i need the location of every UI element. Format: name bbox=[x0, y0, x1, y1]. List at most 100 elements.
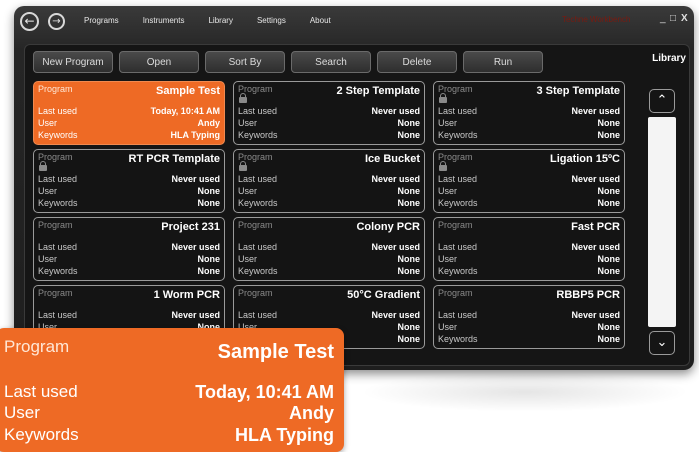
program-name: Fast PCR bbox=[571, 221, 620, 233]
program-card[interactable]: Program RT PCR Template Last used Never use… bbox=[33, 149, 225, 213]
open-button[interactable]: Open bbox=[119, 51, 199, 73]
user-label: User bbox=[238, 186, 258, 196]
row-user: User Andy bbox=[38, 118, 220, 130]
program-card[interactable]: Program Ice Bucket Last used Never used User… bbox=[233, 149, 425, 213]
row-keywords: Keywords None bbox=[238, 266, 420, 278]
menu-item-settings[interactable]: Settings bbox=[257, 16, 286, 25]
delete-button[interactable]: Delete bbox=[377, 51, 457, 73]
user-value: None bbox=[397, 186, 421, 196]
row-last-used: Last used Never used bbox=[238, 174, 420, 186]
last-used-label: Last used bbox=[238, 242, 278, 252]
menu-item-about[interactable]: About bbox=[310, 16, 331, 25]
row-last-used: Last used Never used bbox=[438, 174, 620, 186]
program-label: Program bbox=[38, 220, 73, 230]
row-keywords: Keywords None bbox=[438, 266, 620, 278]
row-last-used: Last used Never used bbox=[38, 242, 220, 254]
scroll-track[interactable] bbox=[648, 117, 676, 327]
menu-item-instruments[interactable]: Instruments bbox=[143, 16, 185, 25]
program-card[interactable]: Program Ligation 15ºC Last used Never used U… bbox=[433, 149, 625, 213]
row-user: User None bbox=[438, 254, 620, 266]
library-panel: New Program Open Sort By Search Delete R… bbox=[24, 44, 690, 366]
keywords-value: None bbox=[397, 334, 421, 344]
row-user: User None bbox=[38, 254, 220, 266]
lock-icon bbox=[239, 161, 247, 171]
row-last-used: Last used Never used bbox=[38, 310, 220, 322]
back-arrow-icon[interactable]: ← bbox=[20, 12, 39, 31]
last-used-label: Last used bbox=[38, 106, 78, 116]
user-label: User bbox=[438, 254, 458, 264]
scroll-down-button[interactable]: ⌄ bbox=[649, 331, 675, 355]
minimize-button[interactable]: _ bbox=[660, 13, 666, 24]
row-keywords: Keywords None bbox=[38, 266, 220, 278]
user-value: None bbox=[597, 322, 621, 332]
last-used-value: Never used bbox=[371, 174, 420, 184]
zoom-keywords-value: HLA Typing bbox=[235, 425, 334, 445]
close-button[interactable]: X bbox=[681, 13, 688, 24]
window-shadow bbox=[360, 372, 690, 412]
user-value: None bbox=[397, 322, 421, 332]
lock-icon bbox=[239, 93, 247, 103]
last-used-value: Never used bbox=[571, 242, 620, 252]
program-card[interactable]: Program Sample Test Last used Today, 10:41 … bbox=[33, 81, 225, 145]
program-card[interactable]: Program RBBP5 PCR Last used Never used User N… bbox=[433, 285, 625, 349]
last-used-value: Never used bbox=[171, 310, 220, 320]
user-value: None bbox=[597, 118, 621, 128]
user-label: User bbox=[238, 254, 258, 264]
maximize-button[interactable]: □ bbox=[670, 13, 676, 24]
user-label: User bbox=[438, 322, 458, 332]
keywords-value: None bbox=[397, 130, 421, 140]
last-used-value: Never used bbox=[571, 310, 620, 320]
zoom-row-last-used: Last used Today, 10:41 AM bbox=[4, 382, 334, 404]
lock-icon bbox=[39, 161, 47, 171]
program-name: Sample Test bbox=[156, 85, 220, 97]
row-user: User None bbox=[438, 322, 620, 334]
user-label: User bbox=[438, 118, 458, 128]
program-name: Ligation 15ºC bbox=[549, 153, 620, 165]
program-card[interactable]: Program Fast PCR Last used Never used User No… bbox=[433, 217, 625, 281]
last-used-label: Last used bbox=[38, 242, 78, 252]
search-button[interactable]: Search bbox=[291, 51, 371, 73]
menu-item-library[interactable]: Library bbox=[208, 16, 232, 25]
row-keywords: Keywords None bbox=[38, 198, 220, 210]
menu-item-programs[interactable]: Programs bbox=[84, 16, 119, 25]
keywords-label: Keywords bbox=[38, 266, 78, 276]
panel-title: Library bbox=[652, 53, 686, 64]
keywords-value: None bbox=[397, 266, 421, 276]
program-label: Program bbox=[238, 220, 273, 230]
user-value: None bbox=[197, 254, 221, 264]
program-card[interactable]: Program 2 Step Template Last used Never use… bbox=[233, 81, 425, 145]
sort-by-button[interactable]: Sort By bbox=[205, 51, 285, 73]
keywords-value: None bbox=[197, 266, 221, 276]
row-keywords: Keywords None bbox=[238, 198, 420, 210]
scroll-up-button[interactable]: ⌃ bbox=[649, 89, 675, 113]
forward-arrow-icon[interactable]: → bbox=[48, 13, 65, 30]
app-window: ← → Programs Instruments Library Setting… bbox=[14, 6, 694, 370]
program-label: Program bbox=[38, 288, 73, 298]
program-card[interactable]: Program Project 231 Last used Never used Use… bbox=[33, 217, 225, 281]
program-label: Program bbox=[38, 84, 73, 94]
program-name: Project 231 bbox=[161, 221, 220, 233]
last-used-value: Today, 10:41 AM bbox=[150, 106, 220, 116]
keywords-value: None bbox=[597, 266, 621, 276]
last-used-label: Last used bbox=[38, 310, 78, 320]
last-used-label: Last used bbox=[438, 174, 478, 184]
keywords-value: None bbox=[397, 198, 421, 208]
last-used-label: Last used bbox=[238, 106, 278, 116]
row-keywords: Keywords None bbox=[438, 198, 620, 210]
row-user: User None bbox=[438, 186, 620, 198]
title-bar: ← → Programs Instruments Library Setting… bbox=[14, 6, 694, 36]
row-user: User None bbox=[238, 254, 420, 266]
lock-icon bbox=[439, 161, 447, 171]
lock-icon bbox=[439, 93, 447, 103]
selected-program-zoom: Program Sample Test Last used Today, 10:… bbox=[0, 328, 344, 452]
new-program-button[interactable]: New Program bbox=[33, 51, 113, 73]
program-card[interactable]: Program Colony PCR Last used Never used User… bbox=[233, 217, 425, 281]
program-card[interactable]: Program 3 Step Template Last used Never use… bbox=[433, 81, 625, 145]
zoom-keywords-label: Keywords bbox=[4, 425, 79, 444]
app-brand: Techne Workbench bbox=[562, 15, 631, 24]
run-button[interactable]: Run bbox=[463, 51, 543, 73]
last-used-value: Never used bbox=[371, 310, 420, 320]
program-name: RT PCR Template bbox=[128, 153, 220, 165]
zoom-row-keywords: Keywords HLA Typing bbox=[4, 425, 334, 447]
user-label: User bbox=[38, 254, 58, 264]
